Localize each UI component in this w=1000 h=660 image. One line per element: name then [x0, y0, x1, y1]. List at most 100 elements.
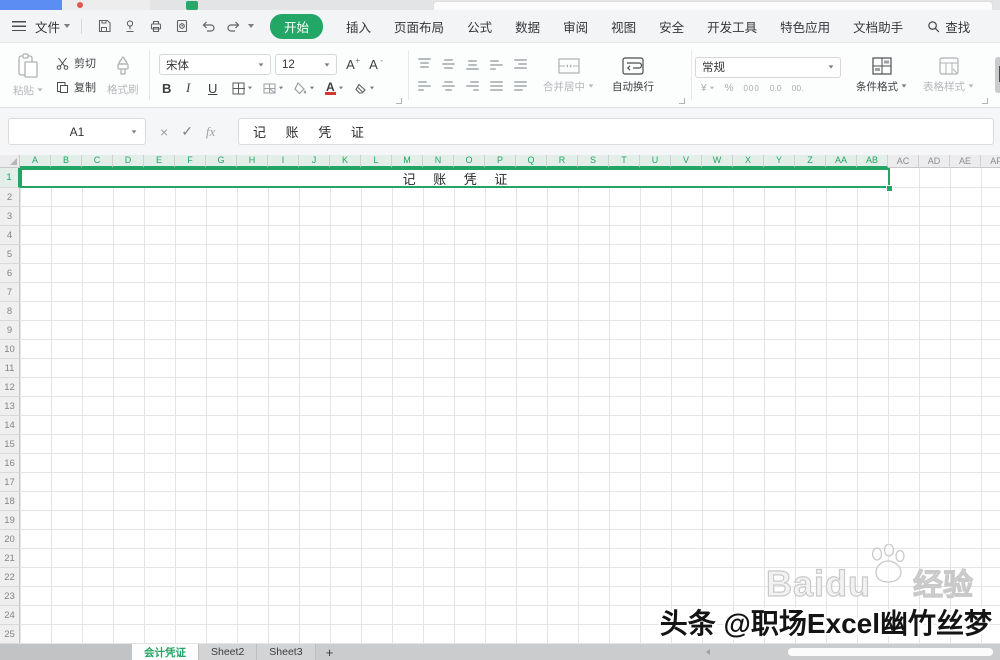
grid-row-15[interactable]	[20, 435, 1000, 454]
menu-tab-视图[interactable]: 视图	[611, 17, 636, 36]
grid-row-3[interactable]	[20, 207, 1000, 226]
name-box[interactable]: A1	[8, 118, 146, 145]
align-bottom-icon[interactable]	[466, 58, 479, 70]
save-icon[interactable]	[96, 18, 112, 34]
dialog-launcher-icon[interactable]	[679, 98, 685, 104]
column-header-W[interactable]: W	[702, 155, 733, 168]
cell-a1-merged[interactable]: 记 账 凭 证	[20, 168, 890, 188]
partially-visible-button[interactable]	[995, 57, 1000, 93]
row-header-16[interactable]: 16	[0, 454, 20, 473]
column-header-G[interactable]: G	[206, 155, 237, 168]
row-header-25[interactable]: 25	[0, 625, 20, 644]
row-header-19[interactable]: 19	[0, 511, 20, 530]
increase-decimal-icon[interactable]: 0.0	[770, 83, 782, 93]
conditional-format-button[interactable]: 条件格式	[849, 57, 914, 94]
align-left-icon[interactable]	[418, 80, 431, 92]
row-header-24[interactable]: 24	[0, 606, 20, 625]
menu-tab-公式[interactable]: 公式	[467, 17, 492, 36]
merge-center-button[interactable]: 合并居中	[536, 57, 601, 94]
column-header-P[interactable]: P	[485, 155, 516, 168]
row-header-1[interactable]: 1	[0, 168, 20, 188]
column-header-AE[interactable]: AE	[950, 155, 981, 168]
row-header-3[interactable]: 3	[0, 207, 20, 226]
column-header-N[interactable]: N	[423, 155, 454, 168]
align-top-icon[interactable]	[418, 58, 431, 70]
grid-row-14[interactable]	[20, 416, 1000, 435]
row-header-13[interactable]: 13	[0, 397, 20, 416]
output-pdf-icon[interactable]	[122, 18, 138, 34]
bold-button[interactable]: B	[159, 81, 179, 96]
indent-icon[interactable]	[514, 58, 527, 70]
column-header-L[interactable]: L	[361, 155, 392, 168]
menu-tab-数据[interactable]: 数据	[515, 17, 540, 36]
font-size-select[interactable]: 12	[275, 54, 337, 75]
row-header-4[interactable]: 4	[0, 226, 20, 245]
menu-tab-文档助手[interactable]: 文档助手	[853, 17, 903, 36]
find-button[interactable]: 查找	[927, 17, 970, 36]
horizontal-scrollbar-thumb[interactable]	[788, 648, 993, 656]
undo-icon[interactable]	[200, 18, 216, 34]
cell-area[interactable]: 记 账 凭 证 Baidu 经验 头条 @职场Excel幽竹丝梦	[20, 168, 1000, 644]
cancel-icon[interactable]: ×	[160, 124, 168, 140]
print-icon[interactable]	[148, 18, 164, 34]
wrap-text-button[interactable]: 自动换行	[605, 57, 661, 94]
print-preview-icon[interactable]	[174, 18, 190, 34]
grid-row-17[interactable]	[20, 473, 1000, 492]
number-format-select[interactable]: 常规	[695, 57, 841, 78]
column-header-AA[interactable]: AA	[826, 155, 857, 168]
grid-row-19[interactable]	[20, 511, 1000, 530]
row-header-11[interactable]: 11	[0, 359, 20, 378]
row-header-7[interactable]: 7	[0, 283, 20, 302]
insert-function-icon[interactable]: fx	[206, 124, 215, 140]
eraser-button[interactable]	[351, 82, 378, 95]
grid-row-12[interactable]	[20, 378, 1000, 397]
grid-row-6[interactable]	[20, 264, 1000, 283]
column-header-R[interactable]: R	[547, 155, 578, 168]
row-header-15[interactable]: 15	[0, 435, 20, 454]
row-header-17[interactable]: 17	[0, 473, 20, 492]
column-header-AF[interactable]: AF	[981, 155, 1000, 168]
grid-row-4[interactable]	[20, 226, 1000, 245]
cell-shading-button[interactable]	[260, 82, 287, 95]
decrease-font-size-button[interactable]: A-	[364, 57, 383, 72]
column-header-H[interactable]: H	[237, 155, 268, 168]
column-header-Q[interactable]: Q	[516, 155, 547, 168]
grid-row-9[interactable]	[20, 321, 1000, 340]
column-header-U[interactable]: U	[640, 155, 671, 168]
grid-row-2[interactable]	[20, 188, 1000, 207]
column-header-Z[interactable]: Z	[795, 155, 826, 168]
column-header-X[interactable]: X	[733, 155, 764, 168]
dialog-launcher-icon[interactable]	[396, 98, 402, 104]
confirm-icon[interactable]: ✓	[181, 123, 193, 140]
grid-row-18[interactable]	[20, 492, 1000, 511]
cut-button[interactable]: 剪切	[52, 52, 100, 74]
align-center-icon[interactable]	[442, 80, 455, 92]
menu-tab-开发工具[interactable]: 开发工具	[707, 17, 757, 36]
sheet-tab-会计凭证[interactable]: 会计凭证	[132, 644, 199, 660]
hamburger-menu-icon[interactable]	[12, 21, 26, 31]
fill-color-button[interactable]	[291, 82, 318, 95]
row-header-6[interactable]: 6	[0, 264, 20, 283]
menu-tab-审阅[interactable]: 审阅	[563, 17, 588, 36]
increase-font-size-button[interactable]: A+	[341, 57, 360, 72]
column-header-V[interactable]: V	[671, 155, 702, 168]
grid-row-16[interactable]	[20, 454, 1000, 473]
menu-tab-特色应用[interactable]: 特色应用	[780, 17, 830, 36]
document-tab[interactable]	[433, 1, 993, 10]
selection-fill-handle[interactable]	[886, 185, 893, 192]
column-header-Y[interactable]: Y	[764, 155, 795, 168]
menu-tab-页面布局[interactable]: 页面布局	[394, 17, 444, 36]
column-header-AB[interactable]: AB	[857, 155, 888, 168]
row-header-12[interactable]: 12	[0, 378, 20, 397]
format-painter-button[interactable]: 格式刷	[100, 54, 146, 97]
font-color-button[interactable]: A	[322, 82, 347, 95]
row-header-2[interactable]: 2	[0, 188, 20, 207]
distribute-icon[interactable]	[514, 80, 527, 92]
formula-input[interactable]: 记 账 凭 证	[238, 118, 994, 145]
tab-split-handle-icon[interactable]	[706, 649, 710, 655]
add-sheet-button[interactable]: +	[316, 644, 344, 660]
browser-tab[interactable]	[62, 0, 150, 10]
underline-button[interactable]: U	[205, 81, 225, 96]
column-header-M[interactable]: M	[392, 155, 423, 168]
percent-icon[interactable]: %	[725, 83, 734, 94]
